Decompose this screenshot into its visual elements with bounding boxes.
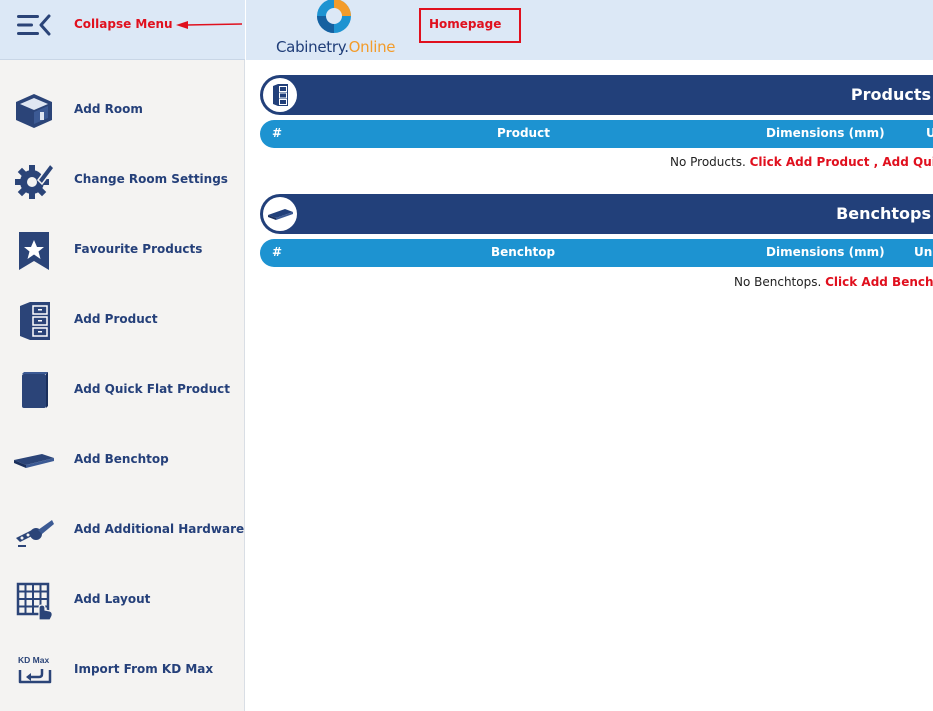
benchtops-panel-header: Benchtops [260,194,933,234]
sidebar-item-label: Add Product [74,312,158,326]
top-header: Cabinetry.Online Homepage [246,0,933,60]
room-box-icon [16,94,52,128]
sidebar-item-add-additional-hardware[interactable]: Add Additional Hardware [0,494,245,564]
benchtops-add-link[interactable]: Click Add BenchT [825,275,933,289]
sidebar-item-add-benchtop[interactable]: Add Benchtop [0,424,245,494]
benchtop-icon [14,454,54,468]
sidebar-item-label: Change Room Settings [74,172,228,186]
homepage-link[interactable]: Homepage [429,17,501,31]
benchtops-empty-text: No Benchtops. [734,275,826,289]
collapse-menu-button[interactable]: Collapse Menu [74,17,173,31]
sidebar-header: Collapse Menu [0,0,245,60]
col-header-number: # [272,245,283,259]
col-header-units: Uni [914,245,933,259]
products-empty-text: No Products. [670,155,750,169]
col-header-dimensions: Dimensions (mm) [766,126,885,140]
grid-hand-icon [16,582,53,621]
sidebar-item-label: Favourite Products [74,242,203,256]
products-panel-header: Products [260,75,933,115]
flat-panel-icon [22,372,48,408]
sidebar-item-add-room[interactable]: Add Room [0,74,245,144]
sidebar-item-label: Add Additional Hardware [74,522,245,536]
products-add-link[interactable]: Click Add Product , Add Quick [750,155,933,169]
benchtops-title: Benchtops [836,204,931,223]
benchtops-empty-message: No Benchtops. Click Add BenchT [260,273,933,293]
sidebar-item-label: Import From KD Max [74,662,214,676]
sidebar-item-label: Add Layout [74,592,151,606]
sidebar-item-label: Add Quick Flat Product [74,382,231,396]
sidebar-item-change-room-settings[interactable]: Change Room Settings [0,144,245,214]
kdmax-import-icon: KD Max [18,655,52,684]
products-empty-message: No Products. Click Add Product , Add Qui… [260,153,933,173]
benchtops-table-header: # Benchtop Dimensions (mm) Uni [260,239,933,267]
cabinet-icon [273,84,288,106]
products-title: Products [850,85,931,104]
sidebar-item-favourite-products[interactable]: Favourite Products [0,214,245,284]
sidebar-item-import-from-kd-max[interactable]: KD Max Import From KD Max [0,634,245,704]
logo-text: Cabinetry.Online [276,38,396,56]
sidebar-item-add-quick-flat-product[interactable]: Add Quick Flat Product [0,354,245,424]
hinge-icon [16,520,54,547]
gear-pencil-icon [15,162,55,199]
cabinet-icon [20,302,50,340]
sidebar: Collapse Menu Add Room Change Room Setti… [0,0,245,711]
sidebar-item-add-product[interactable]: Add Product [0,284,245,354]
collapse-menu-icon[interactable] [17,13,51,37]
benchtops-badge [263,197,297,231]
col-header-units: U [926,126,933,140]
benchtop-icon [268,209,293,220]
col-header-benchtop: Benchtop [491,245,556,259]
col-header-product: Product [497,126,550,140]
col-header-dimensions: Dimensions (mm) [766,245,885,259]
logo-text-online: Online [348,38,396,56]
sidebar-item-add-layout[interactable]: Add Layout [0,564,245,634]
products-badge [263,78,297,112]
sidebar-item-label: Add Benchtop [74,452,169,466]
products-table-header: # Product Dimensions (mm) U [260,120,933,148]
kdmax-icon-text: KD Max [18,655,49,665]
col-header-number: # [272,126,283,140]
bookmark-star-icon [19,232,49,270]
sidebar-item-label: Add Room [74,102,143,116]
logo-text-main: Cabinetry [276,38,345,56]
red-arrow-annotation-icon [176,21,243,29]
